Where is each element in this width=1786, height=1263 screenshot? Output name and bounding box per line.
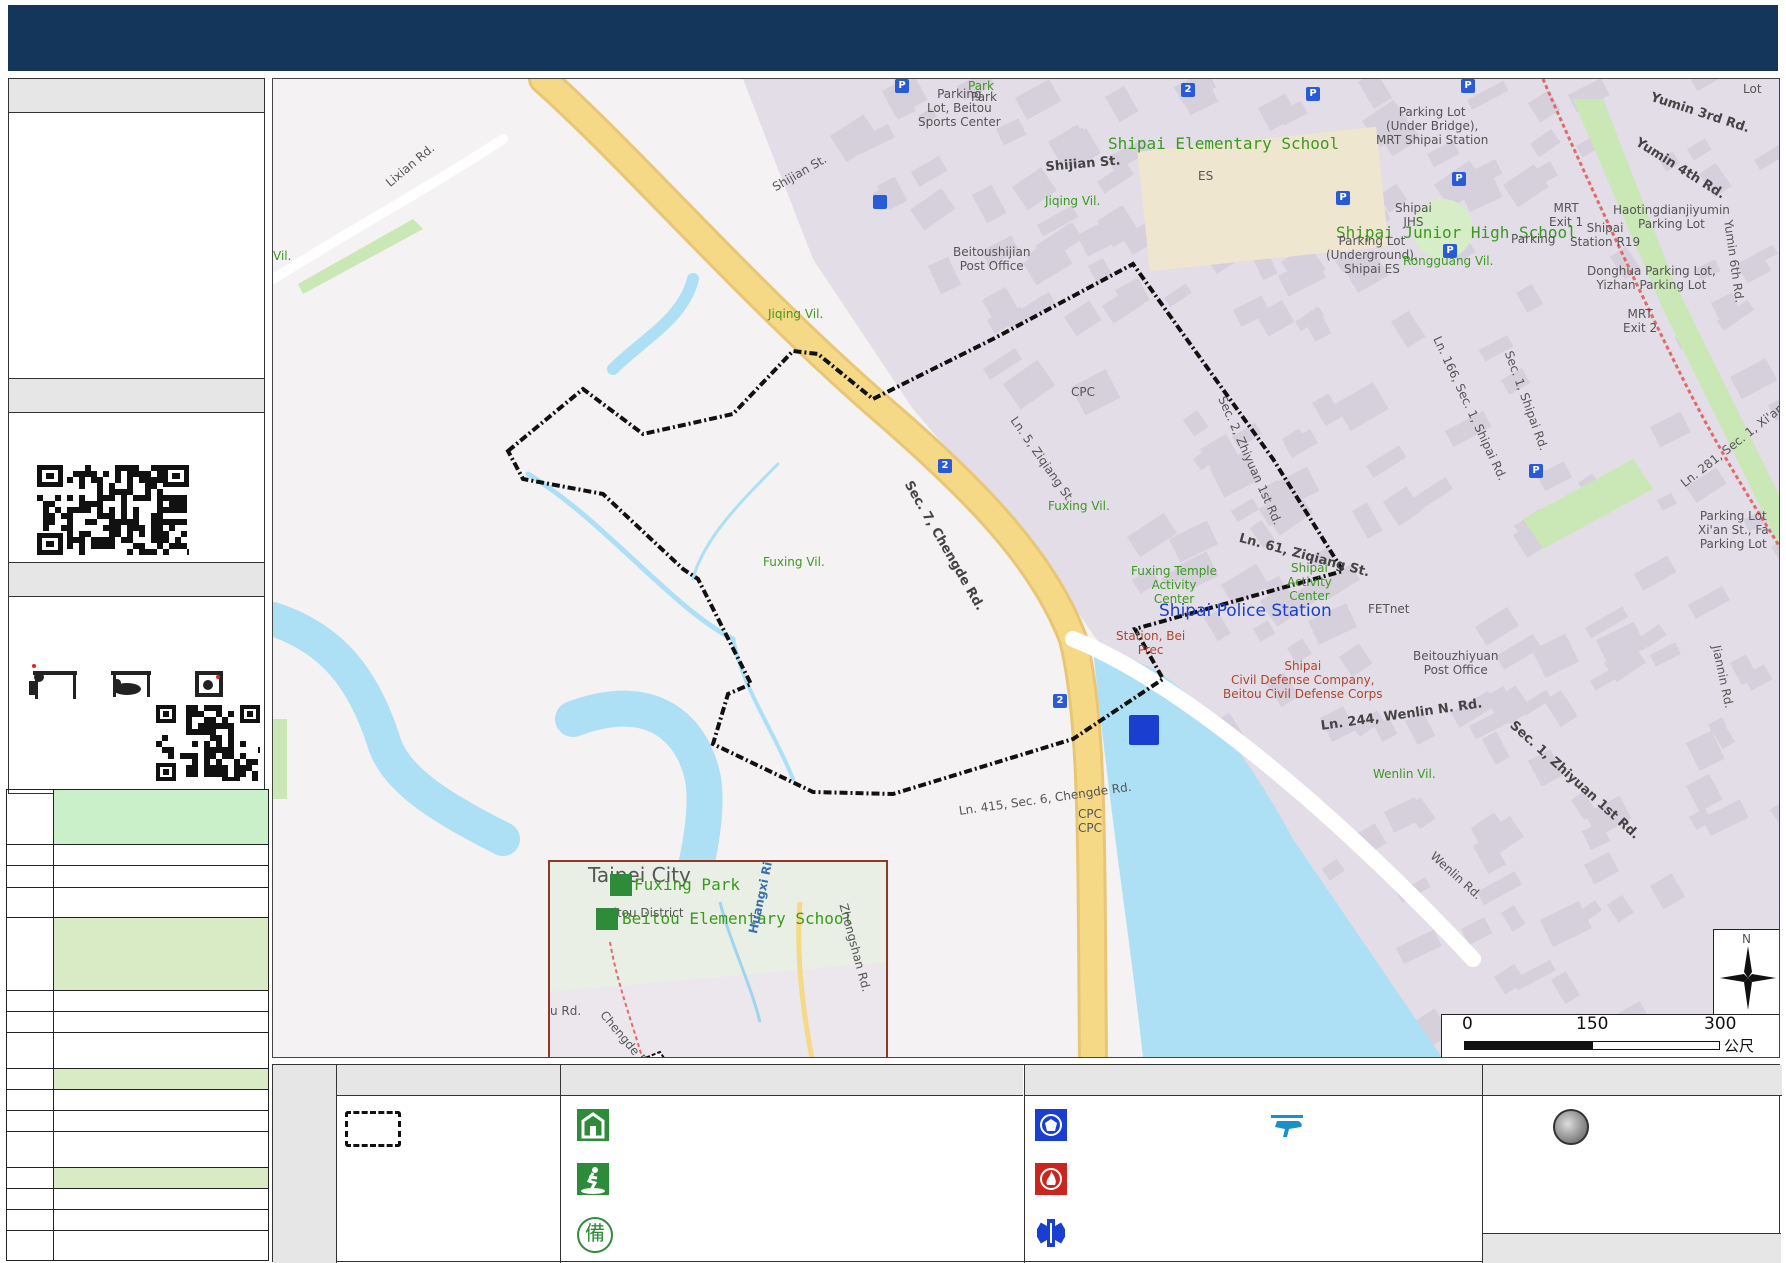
inset-park-icon	[610, 874, 632, 896]
legend-col-boundary	[336, 1065, 561, 1263]
legend-col-facilities	[1024, 1065, 1483, 1263]
map-label: Shipai Activity Center	[1287, 561, 1332, 603]
police-station-map-icon[interactable]	[1129, 715, 1159, 745]
map-legend: 備	[272, 1064, 1782, 1263]
info-table	[6, 789, 269, 1261]
parking-icon[interactable]: P	[1529, 464, 1543, 478]
main-map[interactable]: Parking Lot, Beitou Sports Center Park Shi…	[272, 78, 1780, 1058]
shelter-school-icon	[577, 1109, 609, 1141]
scale-unit: 公尺	[1724, 1037, 1755, 1055]
map-label: Donghua Parking Lot, Yizhan Parking Lot	[1587, 264, 1716, 292]
inset-school-label: Beitou Elementary School	[622, 909, 854, 928]
inset-school-icon	[596, 908, 618, 930]
dashed-boundary-icon	[345, 1111, 401, 1147]
map-label: CPC	[1071, 385, 1095, 399]
fire-station-icon	[1035, 1163, 1067, 1195]
highway-shield-icon[interactable]: 2	[938, 459, 952, 473]
legend-col-other	[1482, 1065, 1782, 1263]
scale-tick-0: 0	[1462, 1014, 1473, 1034]
map-label: Wenlin Vil.	[1373, 767, 1436, 781]
scale-bar-filled	[1464, 1041, 1592, 1050]
map-label: Parking Lot Xi'an St., Fa Parking Lot	[1698, 509, 1769, 551]
map-label: ES	[1198, 169, 1214, 183]
map-label: Jiqing Vil.	[1045, 194, 1101, 208]
map-label: Parking Lot (Under Bridge), MRT Shipai S…	[1376, 105, 1489, 147]
scale-bar-empty	[1592, 1041, 1720, 1050]
reserve-supplies-icon: 備	[577, 1217, 613, 1253]
scale-tick-300: 300	[1704, 1014, 1737, 1034]
highway-shield-icon[interactable]: 2	[1181, 83, 1195, 97]
scale-bar: 0 150 300 公尺	[1441, 1014, 1779, 1057]
helicopter-icon	[1267, 1109, 1303, 1141]
legend-footer	[1483, 1233, 1781, 1263]
map-label: MRT Exit 2	[1623, 307, 1658, 335]
map-label: Shipai Station R19	[1570, 221, 1641, 249]
map-label: Fuxing Vil.	[1048, 499, 1110, 513]
inset-road-label-3: u Rd.	[550, 1004, 582, 1018]
map-label: Lot	[1743, 82, 1762, 96]
info-box-3-header	[9, 563, 264, 597]
info-box-1-header	[9, 79, 264, 113]
map-label: Jiqing Vil.	[768, 307, 824, 321]
map-label: Fuxing Temple Activity Center	[1131, 564, 1218, 606]
map-label: CPC CPC	[1078, 807, 1102, 835]
map-label: Vil.	[273, 249, 292, 263]
info-box-1	[8, 78, 265, 381]
highway-shield-icon[interactable]: 2	[1053, 694, 1067, 708]
parking-icon[interactable]: P	[1452, 172, 1466, 186]
parking-icon[interactable]: P	[1336, 191, 1350, 205]
map-label: Shipai Civil Defense Company, Beitou Civ…	[1223, 659, 1383, 701]
qr-code-1[interactable]	[37, 465, 189, 555]
parking-icon[interactable]: P	[1461, 79, 1475, 93]
police-station-icon	[1035, 1109, 1067, 1141]
legend-col-0	[273, 1065, 336, 1263]
parking-icon[interactable]: P	[1443, 244, 1457, 258]
map-label: Shipai Elementary School	[1108, 134, 1340, 153]
parking-icon[interactable]: P	[895, 79, 909, 93]
compass-rose-icon	[1720, 946, 1776, 1010]
inset-park-label: Fuxing Park	[634, 875, 740, 894]
scale-tick-150: 150	[1576, 1014, 1609, 1034]
north-arrow: N	[1713, 929, 1779, 1015]
map-label: Beitoushijian Post Office	[953, 245, 1031, 273]
map-label: Park	[971, 90, 997, 104]
medical-icon	[1035, 1217, 1067, 1249]
map-label: Parking	[1511, 232, 1556, 246]
parking-icon[interactable]: P	[1306, 87, 1320, 101]
circle-marker-icon	[1553, 1109, 1589, 1145]
legend-col-shelter: 備	[560, 1065, 1025, 1263]
map-label: Fuxing Vil.	[763, 555, 825, 569]
map-label: Shipai Police Station	[1159, 601, 1332, 621]
drop-cover-hold-illustration	[29, 664, 223, 699]
evacuation-park-icon	[577, 1163, 609, 1195]
inset-locator-map[interactable]: Taipei City Beitou District Fuxing Park …	[548, 860, 888, 1057]
post-icon[interactable]	[873, 195, 887, 209]
qr-code-2[interactable]	[156, 705, 260, 781]
info-box-2	[8, 378, 265, 565]
info-box-2-header	[9, 379, 264, 413]
map-label: Station, Bei Prec	[1116, 629, 1186, 657]
title-banner	[8, 5, 1778, 71]
map-label: FETnet	[1368, 602, 1410, 616]
map-label: Beitouzhiyuan Post Office	[1413, 649, 1499, 677]
